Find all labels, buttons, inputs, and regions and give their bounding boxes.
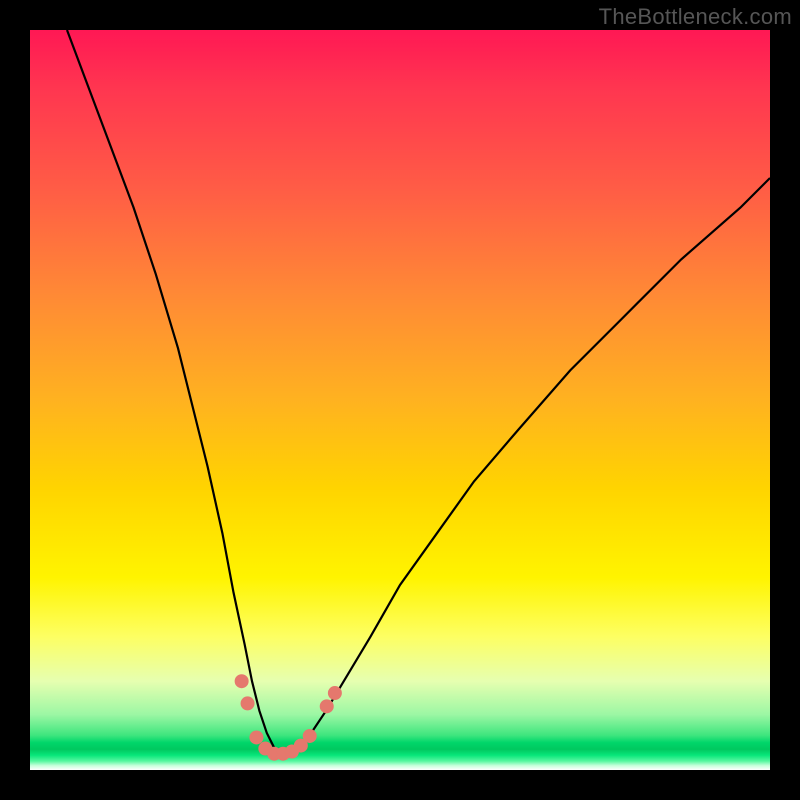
plot-area: [30, 30, 770, 770]
curve-marker: [303, 729, 316, 742]
curve-marker: [250, 731, 263, 744]
curve-markers: [235, 675, 341, 761]
curve-layer: [30, 30, 770, 770]
bottleneck-curve: [67, 30, 770, 754]
chart-frame: TheBottleneck.com: [0, 0, 800, 800]
curve-marker: [328, 687, 341, 700]
curve-marker: [235, 675, 248, 688]
curve-marker: [320, 700, 333, 713]
curve-marker: [241, 697, 254, 710]
watermark-text: TheBottleneck.com: [599, 4, 792, 30]
